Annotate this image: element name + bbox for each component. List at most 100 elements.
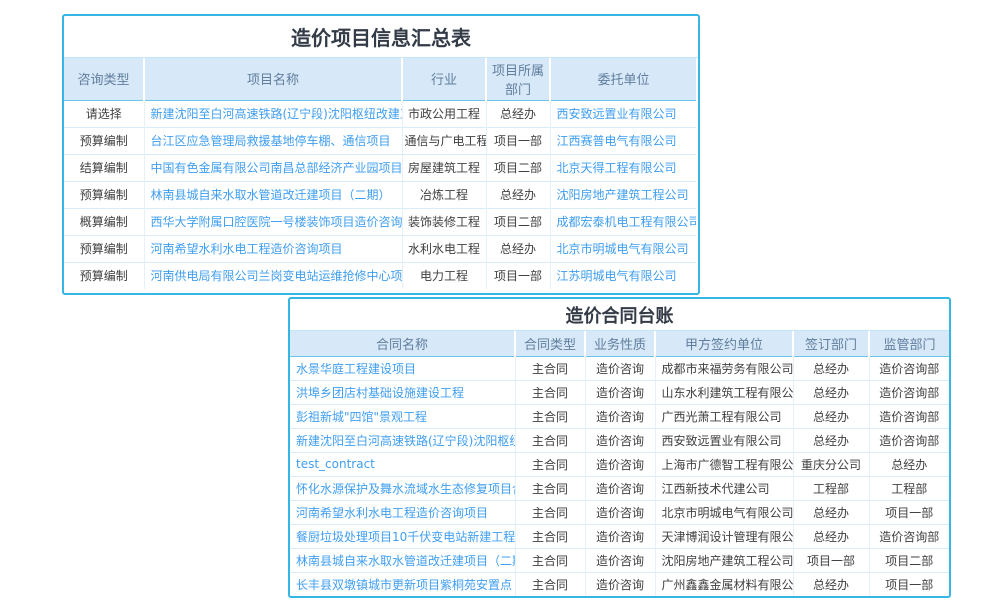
- project-name-link[interactable]: 中国有色金属有限公司南昌总部经济产业园项目二期: [144, 154, 402, 181]
- department-cell: 项目一部: [486, 262, 550, 289]
- table-row: 洪埠乡团店村基础设施建设工程主合同造价咨询山东水利建筑工程有限公司总经办造价咨询…: [290, 380, 949, 404]
- table-row: 林南县城自来水取水管道改迁建项目（二期）主合同造价咨询沈阳房地产建筑工程公司项目…: [290, 548, 949, 572]
- contract-name-link[interactable]: 餐厨垃圾处理项目10千伏变电站新建工程: [290, 524, 515, 548]
- business-type-cell: 造价咨询: [585, 572, 655, 596]
- industry-cell: 冶炼工程: [402, 181, 486, 208]
- consult-type-cell: 请选择: [64, 100, 144, 127]
- contract-name-link[interactable]: 洪埠乡团店村基础设施建设工程: [290, 380, 515, 404]
- sign-dept-cell: 重庆分公司: [793, 452, 869, 476]
- supervise-dept-cell: 项目一部: [869, 572, 949, 596]
- table-row: 新建沈阳至白河高速铁路(辽宁段)沈阳枢纽改建工程主合同造价咨询西安致远置业有限公…: [290, 428, 949, 452]
- project-name-link[interactable]: 新建沈阳至白河高速铁路(辽宁段)沈阳枢纽改建工程: [144, 100, 402, 127]
- business-type-cell: 造价咨询: [585, 356, 655, 380]
- industry-cell: 通信与广电工程: [402, 127, 486, 154]
- business-type-cell: 造价咨询: [585, 452, 655, 476]
- party-a-cell: 江西新技术代建公司: [655, 476, 793, 500]
- contract-type-cell: 主合同: [515, 428, 585, 452]
- business-type-cell: 造价咨询: [585, 404, 655, 428]
- table-row: 预算编制林南县城自来水取水管道改迁建项目（二期）冶炼工程总经办沈阳房地产建筑工程…: [64, 181, 696, 208]
- sign-dept-cell: 工程部: [793, 476, 869, 500]
- party-a-cell: 北京市明城电气有限公司: [655, 500, 793, 524]
- business-type-cell: 造价咨询: [585, 380, 655, 404]
- client-link[interactable]: 成都宏泰机电工程有限公司: [550, 208, 696, 235]
- client-link[interactable]: 西安致远置业有限公司: [550, 100, 696, 127]
- department-cell: 项目二部: [486, 154, 550, 181]
- industry-cell: 水利水电工程: [402, 235, 486, 262]
- contract-table: 合同名称合同类型业务性质甲方签约单位签订部门监管部门 水景华庭工程建设项目主合同…: [290, 331, 949, 596]
- project-name-link[interactable]: 西华大学附属口腔医院一号楼装饰项目造价咨询: [144, 208, 402, 235]
- contract-type-cell: 主合同: [515, 572, 585, 596]
- project-name-link[interactable]: 台江区应急管理局救援基地停车棚、通信项目: [144, 127, 402, 154]
- client-link[interactable]: 沈阳房地产建筑工程公司: [550, 181, 696, 208]
- party-a-cell: 西安致远置业有限公司: [655, 428, 793, 452]
- party-a-cell: 广西光萧工程有限公司: [655, 404, 793, 428]
- table-row: 概算编制西华大学附属口腔医院一号楼装饰项目造价咨询装饰装修工程项目二部成都宏泰机…: [64, 208, 696, 235]
- contract-name-link[interactable]: 怀化水源保护及舞水流域水生态修复项目合同: [290, 476, 515, 500]
- client-link[interactable]: 江苏明城电气有限公司: [550, 262, 696, 289]
- contract-type-cell: 主合同: [515, 356, 585, 380]
- contract-name-link[interactable]: 长丰县双墩镇城市更新项目紫桐苑安置点: [290, 572, 515, 596]
- department-cell: 总经办: [486, 181, 550, 208]
- client-link[interactable]: 江西赛普电气有限公司: [550, 127, 696, 154]
- department-cell: 总经办: [486, 235, 550, 262]
- contract-type-cell: 主合同: [515, 548, 585, 572]
- column-header: 合同类型: [515, 331, 585, 356]
- department-cell: 项目二部: [486, 208, 550, 235]
- client-link[interactable]: 北京市明城电气有限公司: [550, 235, 696, 262]
- supervise-dept-cell: 造价咨询部: [869, 524, 949, 548]
- contract-type-cell: 主合同: [515, 476, 585, 500]
- consult-type-cell: 结算编制: [64, 154, 144, 181]
- contract-name-link[interactable]: test_contract: [290, 452, 515, 476]
- contract-type-cell: 主合同: [515, 500, 585, 524]
- project-name-link[interactable]: 林南县城自来水取水管道改迁建项目（二期）: [144, 181, 402, 208]
- column-header: 咨询类型: [64, 58, 144, 100]
- sign-dept-cell: 总经办: [793, 572, 869, 596]
- column-header: 业务性质: [585, 331, 655, 356]
- party-a-cell: 山东水利建筑工程有限公司: [655, 380, 793, 404]
- summary-header-row: 咨询类型项目名称行业项目所属部门委托单位: [64, 58, 696, 100]
- business-type-cell: 造价咨询: [585, 548, 655, 572]
- contract-name-link[interactable]: 林南县城自来水取水管道改迁建项目（二期）: [290, 548, 515, 572]
- sign-dept-cell: 总经办: [793, 428, 869, 452]
- table-row: 预算编制台江区应急管理局救援基地停车棚、通信项目通信与广电工程项目一部江西赛普电…: [64, 127, 696, 154]
- table-row: test_contract主合同造价咨询上海市广德智工程有限公司重庆分公司总经办: [290, 452, 949, 476]
- table-row: 彭祖新城"四馆"景观工程主合同造价咨询广西光萧工程有限公司总经办造价咨询部: [290, 404, 949, 428]
- supervise-dept-cell: 造价咨询部: [869, 356, 949, 380]
- column-header: 甲方签约单位: [655, 331, 793, 356]
- consult-type-cell: 预算编制: [64, 262, 144, 289]
- column-header: 监管部门: [869, 331, 949, 356]
- party-a-cell: 广州鑫鑫金属材料有限公司: [655, 572, 793, 596]
- supervise-dept-cell: 造价咨询部: [869, 380, 949, 404]
- sign-dept-cell: 总经办: [793, 500, 869, 524]
- supervise-dept-cell: 造价咨询部: [869, 404, 949, 428]
- sign-dept-cell: 总经办: [793, 404, 869, 428]
- column-header: 签订部门: [793, 331, 869, 356]
- table-row: 河南希望水利水电工程造价咨询项目主合同造价咨询北京市明城电气有限公司总经办项目一…: [290, 500, 949, 524]
- supervise-dept-cell: 项目二部: [869, 548, 949, 572]
- table-row: 怀化水源保护及舞水流域水生态修复项目合同主合同造价咨询江西新技术代建公司工程部工…: [290, 476, 949, 500]
- business-type-cell: 造价咨询: [585, 428, 655, 452]
- project-name-link[interactable]: 河南希望水利水电工程造价咨询项目: [144, 235, 402, 262]
- sign-dept-cell: 总经办: [793, 524, 869, 548]
- party-a-cell: 上海市广德智工程有限公司: [655, 452, 793, 476]
- project-name-link[interactable]: 河南供电局有限公司兰岗变电站运维抢修中心项目: [144, 262, 402, 289]
- sign-dept-cell: 总经办: [793, 380, 869, 404]
- table-row: 预算编制河南供电局有限公司兰岗变电站运维抢修中心项目电力工程项目一部江苏明城电气…: [64, 262, 696, 289]
- supervise-dept-cell: 总经办: [869, 452, 949, 476]
- summary-table: 咨询类型项目名称行业项目所属部门委托单位 请选择新建沈阳至白河高速铁路(辽宁段)…: [64, 58, 696, 289]
- table-row: 长丰县双墩镇城市更新项目紫桐苑安置点主合同造价咨询广州鑫鑫金属材料有限公司总经办…: [290, 572, 949, 596]
- contract-name-link[interactable]: 新建沈阳至白河高速铁路(辽宁段)沈阳枢纽改建工程: [290, 428, 515, 452]
- supervise-dept-cell: 项目一部: [869, 500, 949, 524]
- business-type-cell: 造价咨询: [585, 500, 655, 524]
- contract-name-link[interactable]: 河南希望水利水电工程造价咨询项目: [290, 500, 515, 524]
- contract-name-link[interactable]: 彭祖新城"四馆"景观工程: [290, 404, 515, 428]
- industry-cell: 电力工程: [402, 262, 486, 289]
- party-a-cell: 沈阳房地产建筑工程公司: [655, 548, 793, 572]
- table-row: 请选择新建沈阳至白河高速铁路(辽宁段)沈阳枢纽改建工程市政公用工程总经办西安致远…: [64, 100, 696, 127]
- contract-name-link[interactable]: 水景华庭工程建设项目: [290, 356, 515, 380]
- table-row: 结算编制中国有色金属有限公司南昌总部经济产业园项目二期房屋建筑工程项目二部北京天…: [64, 154, 696, 181]
- business-type-cell: 造价咨询: [585, 476, 655, 500]
- sign-dept-cell: 项目一部: [793, 548, 869, 572]
- column-header: 合同名称: [290, 331, 515, 356]
- client-link[interactable]: 北京天得工程有限公司: [550, 154, 696, 181]
